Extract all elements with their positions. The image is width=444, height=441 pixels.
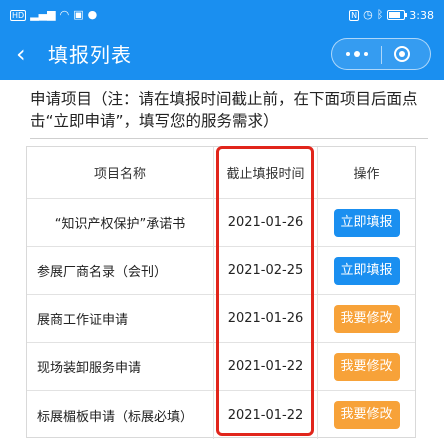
bluetooth-icon: ᛒ bbox=[376, 8, 384, 21]
row-action-cell: 我要修改 bbox=[317, 295, 415, 342]
edit-button[interactable]: 我要修改 bbox=[333, 401, 400, 429]
mini-program-capsule bbox=[331, 38, 431, 70]
table-row: 标展楣板申请（标展必填） 2021-01-22 我要修改 bbox=[27, 391, 415, 439]
alarm-icon: ◷ bbox=[363, 8, 373, 21]
table-row: “知识产权保护”承诺书 2021-01-26 立即填报 bbox=[27, 199, 415, 247]
edit-button[interactable]: 我要修改 bbox=[333, 304, 400, 333]
row-deadline: 2021-01-26 bbox=[213, 199, 317, 246]
close-icon[interactable] bbox=[394, 46, 410, 62]
status-time: 3:38 bbox=[409, 8, 434, 22]
back-icon[interactable]: ‹ bbox=[16, 41, 26, 67]
table-row: 展商工作证申请 2021-01-26 我要修改 bbox=[27, 295, 415, 343]
row-action-cell: 立即填报 bbox=[317, 247, 415, 294]
intro-text: 申请项目（注：请在填报时间截止前，在下面项目后面点击“立即申请”，填写您的服务需… bbox=[30, 88, 428, 139]
table-header: 项目名称 截止填报时间 操作 bbox=[27, 147, 415, 199]
fill-now-button[interactable]: 立即填报 bbox=[333, 256, 400, 285]
status-bar: HD ▂▄▆ ◠ ▣ ● N ◷ ᛒ 3:38 bbox=[0, 0, 444, 30]
table-row: 现场装卸服务申请 2021-01-22 我要修改 bbox=[27, 343, 415, 391]
row-action-cell: 立即填报 bbox=[317, 199, 415, 246]
header-name: 项目名称 bbox=[93, 167, 146, 182]
status-bar-left: HD ▂▄▆ ◠ ▣ ● bbox=[10, 9, 97, 21]
table-row: 参展厂商名录（会刊） 2021-02-25 立即填报 bbox=[27, 247, 415, 295]
edit-button[interactable]: 我要修改 bbox=[333, 352, 400, 381]
row-action-cell: 我要修改 bbox=[317, 343, 415, 390]
nfc-icon: N bbox=[349, 9, 360, 21]
row-action-cell: 我要修改 bbox=[317, 391, 415, 439]
row-project-name: 标展楣板申请（标展必填） bbox=[37, 409, 194, 425]
apply-table: 项目名称 截止填报时间 操作 “知识产权保护”承诺书 2021-01-26 立即填报… bbox=[26, 146, 416, 439]
fill-now-button[interactable]: 立即填报 bbox=[333, 208, 400, 237]
header-deadline: 截止填报时间 bbox=[213, 147, 317, 198]
nav-bar: ‹ 填报列表 bbox=[0, 30, 444, 80]
notification-icon: ● bbox=[87, 8, 98, 21]
row-project-name: 现场装卸服务申请 bbox=[37, 361, 142, 376]
wifi-icon: ◠ bbox=[59, 8, 70, 21]
row-deadline: 2021-01-26 bbox=[213, 295, 317, 342]
sim-icon: HD bbox=[10, 9, 27, 21]
row-project-name: 参展厂商名录（会刊） bbox=[37, 265, 168, 280]
more-icon[interactable] bbox=[332, 39, 381, 69]
row-project-name: 展商工作证申请 bbox=[37, 313, 129, 328]
row-deadline: 2021-01-22 bbox=[213, 343, 317, 390]
page-title: 填报列表 bbox=[48, 43, 132, 67]
row-deadline: 2021-02-25 bbox=[213, 247, 317, 294]
header-action: 操作 bbox=[317, 147, 415, 198]
row-project-name: “知识产权保护”承诺书 bbox=[54, 217, 186, 232]
status-bar-right: N ◷ ᛒ 3:38 bbox=[349, 9, 434, 22]
row-deadline: 2021-01-22 bbox=[213, 391, 317, 439]
signal-icon: ▂▄▆ bbox=[30, 8, 56, 21]
capsule-divider bbox=[381, 46, 382, 64]
battery-icon bbox=[387, 10, 408, 20]
message-icon: ▣ bbox=[73, 8, 84, 21]
